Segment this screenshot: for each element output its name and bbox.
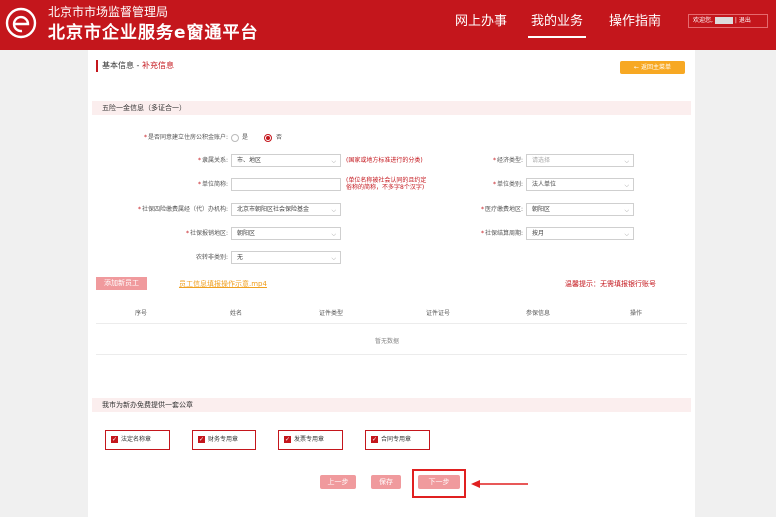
affiliation-label: *隶属关系:: [197, 157, 228, 164]
radio-yes-label: 是: [242, 134, 249, 141]
nav-online-service[interactable]: 网上办事: [455, 10, 507, 29]
col-id-type: 证件类型: [318, 310, 343, 317]
radio-yes[interactable]: [231, 134, 239, 142]
social-agency-label: *社保四险缴费属经（代）办机构:: [137, 206, 228, 213]
social-area-select[interactable]: 朝阳区 ⌵: [231, 227, 341, 240]
chevron-down-icon: ⌵: [624, 231, 629, 238]
prev-step-button[interactable]: 上一步: [320, 475, 356, 489]
rural-type-label: 农转非类别:: [195, 254, 228, 261]
masked-username: [714, 17, 733, 24]
unit-short-name-hint-1: (单位名称被社会认同的且约定: [346, 177, 427, 184]
checkbox-checked-icon: ✓: [371, 436, 378, 443]
chevron-down-icon: ⌵: [624, 182, 629, 189]
breadcrumb: 基本信息 - 补充信息: [96, 60, 174, 72]
economic-type-label: *经济类型:: [492, 157, 523, 164]
economic-type-select[interactable]: 请选择 ⌵: [526, 154, 634, 167]
col-index: 序号: [134, 310, 147, 317]
chevron-down-icon: ⌵: [331, 158, 336, 165]
back-to-menu-button[interactable]: ← 返回主菜单: [620, 61, 685, 74]
save-button[interactable]: 保存: [371, 475, 401, 489]
top-header: 北京市市场监督管理局 北京市企业服务e窗通平台 网上办事 我的业务 操作指南 欢…: [0, 0, 776, 50]
section-seals-title: 我市为新办免费提供一套公章: [92, 398, 691, 412]
table-bottom-divider: [96, 354, 687, 355]
radio-no-label: 否: [276, 134, 283, 141]
unit-category-label: *单位类别:: [492, 181, 523, 188]
unit-short-name-label: *单位简称:: [197, 181, 228, 188]
arrow-left-icon: [471, 480, 528, 488]
nav-my-business[interactable]: 我的业务: [527, 10, 587, 38]
unit-category-select[interactable]: 法人单位 ⌵: [526, 178, 634, 191]
empty-table-text: 暂无数据: [375, 338, 400, 345]
logout-link[interactable]: 退出: [739, 17, 751, 24]
chevron-down-icon: ⌵: [624, 207, 629, 214]
chevron-down-icon: ⌵: [331, 207, 336, 214]
platform-title: 北京市企业服务e窗通平台: [48, 23, 259, 43]
unit-short-name-input[interactable]: [231, 178, 341, 191]
chevron-down-icon: ⌵: [331, 255, 336, 262]
seal-finance[interactable]: ✓ 财务专用章: [192, 430, 256, 450]
medical-area-label: *医疗缴费地区:: [480, 206, 523, 213]
seal-legal-name[interactable]: ✓ 法定名称章: [105, 430, 170, 450]
social-agency-select[interactable]: 北京市朝阳区社会保险基金 ⌵: [231, 203, 341, 216]
user-info: 欢迎您, | 退出: [688, 14, 768, 28]
checkbox-checked-icon: ✓: [198, 436, 205, 443]
next-step-highlight: [412, 469, 466, 498]
warm-tip: 温馨提示：无需填报银行账号: [565, 280, 656, 288]
chevron-down-icon: ⌵: [331, 231, 336, 238]
breadcrumb-main: 基本信息 -: [102, 61, 142, 70]
col-name: 姓名: [229, 310, 242, 317]
user-greeting: 欢迎您,: [693, 17, 713, 24]
col-actions: 操作: [629, 310, 642, 317]
settlement-cycle-label: *社保结算周期:: [480, 230, 523, 237]
seal-invoice[interactable]: ✓ 发票专用章: [278, 430, 343, 450]
medical-area-select[interactable]: 朝阳区 ⌵: [526, 203, 634, 216]
checkbox-checked-icon: ✓: [111, 436, 118, 443]
section-insurance-title: 五险一金信息（多证合一）: [92, 101, 691, 115]
radio-no[interactable]: [264, 134, 272, 142]
col-insurance-info: 参保信息: [525, 310, 550, 317]
affiliation-hint: (国家或地方标准进行的分类): [346, 157, 423, 164]
col-id-number: 证件证号: [425, 310, 450, 317]
settlement-cycle-select[interactable]: 按月 ⌵: [526, 227, 634, 240]
main-card: 基本信息 - 补充信息 ← 返回主菜单 五险一金信息（多证合一） *是否同意建立…: [88, 50, 695, 517]
add-employee-button[interactable]: 添加新员工: [96, 277, 147, 290]
nav-guide[interactable]: 操作指南: [609, 10, 661, 29]
rural-type-select[interactable]: 无 ⌵: [231, 251, 341, 264]
e-window-logo-icon: [5, 7, 37, 39]
seal-contract[interactable]: ✓ 合同专用章: [365, 430, 430, 450]
unit-short-name-hint-2: 俗称的简称，不多字8个汉字): [346, 184, 425, 191]
housing-fund-label: *是否同意建立住房公积金账户:: [143, 134, 228, 141]
social-area-label: *社保报销地区:: [185, 230, 228, 237]
checkbox-checked-icon: ✓: [284, 436, 291, 443]
table-header-divider: [96, 323, 687, 324]
affiliation-select[interactable]: 市、地区 ⌵: [231, 154, 341, 167]
guide-video-link[interactable]: 员工信息填报操作示意.mp4: [179, 279, 267, 289]
breadcrumb-sub: 补充信息: [141, 61, 174, 70]
chevron-down-icon: ⌵: [624, 158, 629, 165]
